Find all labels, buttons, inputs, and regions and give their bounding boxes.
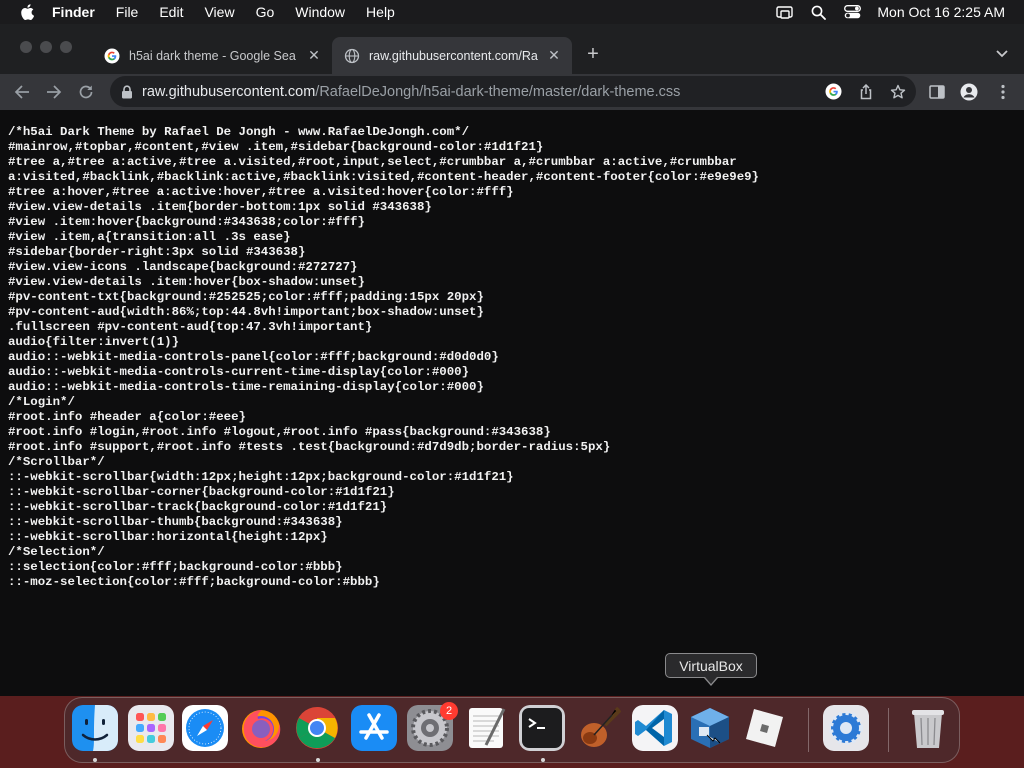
menu-go[interactable]: Go xyxy=(256,4,275,20)
finder-icon[interactable] xyxy=(72,705,118,751)
code-line: #view.view-details .item{border-bottom:1… xyxy=(8,200,432,214)
tab-title: h5ai dark theme - Google Sea xyxy=(129,48,296,63)
dock-tooltip: VirtualBox xyxy=(665,653,757,678)
menu-view[interactable]: View xyxy=(204,4,234,20)
notification-badge: 2 xyxy=(440,702,458,720)
code-line: ::-webkit-scrollbar-track{background-col… xyxy=(8,500,388,514)
code-line: #root.info #header a{color:#eee} xyxy=(8,410,246,424)
code-line: .fullscreen #pv-content-aud{top:47.3vh!i… xyxy=(8,320,373,334)
browser-toolbar: raw.githubusercontent.com/RafaelDeJongh/… xyxy=(0,74,1024,110)
back-arrow-icon[interactable] xyxy=(12,82,32,102)
dock-separator xyxy=(888,708,889,752)
code-line: audio{filter:invert(1)} xyxy=(8,335,180,349)
code-line: #sidebar{border-right:3px solid #343638} xyxy=(8,245,306,259)
share-icon[interactable] xyxy=(857,83,874,100)
tab-strip: h5ai dark theme - Google Sea ✕ raw.githu… xyxy=(0,24,1024,74)
menu-bar: Finder File Edit View Go Window Help Mon… xyxy=(0,0,1024,24)
code-line: #mainrow,#topbar,#content,#view .item,#s… xyxy=(8,140,544,154)
code-line: ::-moz-selection{color:#fff;background-c… xyxy=(8,575,380,589)
google-icon xyxy=(104,48,120,64)
chrome-icon[interactable] xyxy=(294,705,340,751)
code-line: #tree a,#tree a:active,#tree a.visited,#… xyxy=(8,155,737,169)
menu-edit[interactable]: Edit xyxy=(159,4,183,20)
code-line: /*Login*/ xyxy=(8,395,75,409)
url-host: raw.githubusercontent.com xyxy=(142,83,316,100)
code-line: ::-webkit-scrollbar:horizontal{height:12… xyxy=(8,530,328,544)
code-line: #pv-content-txt{background:#252525;color… xyxy=(8,290,484,304)
menu-file[interactable]: File xyxy=(116,4,139,20)
textedit-icon[interactable] xyxy=(464,705,510,751)
menu-help[interactable]: Help xyxy=(366,4,395,20)
virtualbox-icon[interactable] xyxy=(687,705,733,751)
address-bar[interactable]: raw.githubusercontent.com/RafaelDeJongh/… xyxy=(110,76,916,107)
bookmark-star-icon[interactable] xyxy=(889,83,906,100)
tab-close-icon[interactable]: ✕ xyxy=(546,47,562,64)
code-line: #view .item:hover{background:#343638;col… xyxy=(8,215,365,229)
more-menu-icon[interactable] xyxy=(994,83,1012,101)
code-line: #view.view-icons .landscape{background:#… xyxy=(8,260,358,274)
code-line: audio::-webkit-media-controls-panel{colo… xyxy=(8,350,499,364)
reload-icon[interactable] xyxy=(76,82,96,102)
code-line: ::-webkit-scrollbar-corner{background-co… xyxy=(8,485,395,499)
code-line: /*h5ai Dark Theme by Rafael De Jongh - w… xyxy=(8,125,470,139)
css-source-text: /*h5ai Dark Theme by Rafael De Jongh - w… xyxy=(8,125,759,590)
code-line: /*Selection*/ xyxy=(8,545,105,559)
settings-utility-icon[interactable] xyxy=(823,705,869,751)
forward-arrow-icon[interactable] xyxy=(44,82,64,102)
chrome-running-indicator xyxy=(316,758,320,762)
code-line: ::-webkit-scrollbar-thumb{background:#34… xyxy=(8,515,343,529)
terminal-running-indicator xyxy=(541,758,545,762)
google-lens-icon[interactable] xyxy=(825,83,842,100)
code-line: a:visited,#backlink,#backlink:active,#ba… xyxy=(8,170,759,184)
menubar-clock[interactable]: Mon Oct 16 2:25 AM xyxy=(877,4,1005,20)
side-panel-icon[interactable] xyxy=(928,83,946,101)
roblox-icon[interactable] xyxy=(741,705,787,751)
menu-window[interactable]: Window xyxy=(295,4,345,20)
new-tab-icon[interactable]: + xyxy=(583,44,603,65)
tab-google-search[interactable]: h5ai dark theme - Google Sea ✕ xyxy=(92,37,332,74)
page-content: /*h5ai Dark Theme by Rafael De Jongh - w… xyxy=(0,110,1024,696)
code-line: #pv-content-aud{width:86%;top:44.8vh!imp… xyxy=(8,305,484,319)
code-line: #root.info #login,#root.info #logout,#ro… xyxy=(8,425,551,439)
tab-close-icon[interactable]: ✕ xyxy=(306,47,322,64)
window-minimize-button[interactable] xyxy=(40,41,52,53)
finder-running-indicator xyxy=(93,758,97,762)
apple-menu-icon[interactable] xyxy=(20,4,34,20)
code-line: /*Scrollbar*/ xyxy=(8,455,105,469)
screen-mirroring-icon[interactable] xyxy=(775,5,793,19)
profile-avatar-icon[interactable] xyxy=(960,83,978,101)
code-line: #view .item,a{transition:all .3s ease} xyxy=(8,230,291,244)
tab-title: raw.githubusercontent.com/Ra xyxy=(369,48,538,63)
vscode-icon[interactable] xyxy=(632,705,678,751)
dock-separator xyxy=(808,708,809,752)
spotlight-search-icon[interactable] xyxy=(809,5,827,20)
terminal-icon[interactable] xyxy=(519,705,565,751)
app-store-icon[interactable] xyxy=(351,705,397,751)
url-path: /RafaelDeJongh/h5ai-dark-theme/master/da… xyxy=(315,83,681,100)
lock-icon[interactable] xyxy=(121,84,133,99)
control-center-icon[interactable] xyxy=(843,5,861,19)
firefox-icon[interactable] xyxy=(238,705,284,751)
launchpad-icon[interactable] xyxy=(128,705,174,751)
tooltip-pointer-fill xyxy=(705,677,717,684)
code-line: audio::-webkit-media-controls-time-remai… xyxy=(8,380,484,394)
code-line: audio::-webkit-media-controls-current-ti… xyxy=(8,365,470,379)
window-close-button[interactable] xyxy=(20,41,32,53)
safari-icon[interactable] xyxy=(182,705,228,751)
menu-app-name[interactable]: Finder xyxy=(52,4,95,20)
browser-window: h5ai dark theme - Google Sea ✕ raw.githu… xyxy=(0,24,1024,696)
window-zoom-button[interactable] xyxy=(60,41,72,53)
code-line: ::selection{color:#fff;background-color:… xyxy=(8,560,343,574)
tab-search-chevron-icon[interactable] xyxy=(994,45,1010,61)
code-line: #tree a:hover,#tree a:active:hover,#tree… xyxy=(8,185,514,199)
garageband-icon[interactable] xyxy=(576,705,622,751)
tab-raw-github[interactable]: raw.githubusercontent.com/Ra ✕ xyxy=(332,37,572,74)
globe-icon xyxy=(344,48,360,64)
code-line: ::-webkit-scrollbar{width:12px;height:12… xyxy=(8,470,514,484)
code-line: #root.info #support,#root.info #tests .t… xyxy=(8,440,611,454)
trash-icon[interactable] xyxy=(905,705,951,751)
code-line: #view.view-details .item:hover{box-shado… xyxy=(8,275,365,289)
